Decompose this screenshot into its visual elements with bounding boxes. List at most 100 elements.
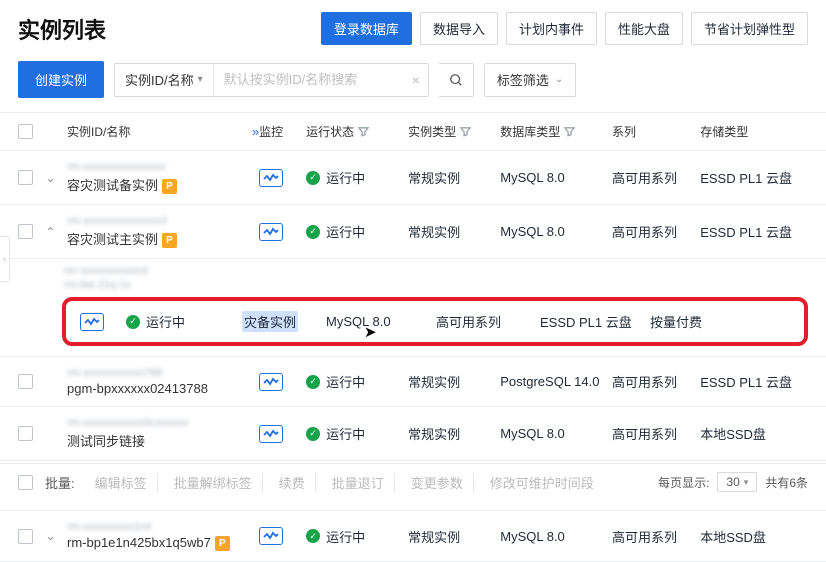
- savings-button[interactable]: 节省计划弹性型: [691, 12, 808, 45]
- type-cell: 常规实例: [408, 168, 500, 187]
- db-cell: MySQL 8.0: [500, 224, 612, 239]
- login-db-button[interactable]: 登录数据库: [321, 12, 412, 45]
- header-actions: 登录数据库 数据导入 计划内事件 性能大盘 节省计划弹性型: [321, 12, 808, 45]
- edge-collapse-tab[interactable]: ‹: [0, 236, 10, 282]
- monitor-icon[interactable]: [80, 313, 104, 331]
- batch-maint-window[interactable]: 修改可维护时间段: [480, 473, 604, 492]
- instance-name: rm-bp1e1n425bx1q5wb7P: [67, 535, 259, 551]
- series-cell: 高可用系列: [436, 312, 540, 331]
- db-cell: MySQL 8.0: [500, 170, 612, 185]
- col-type: 实例类型: [408, 123, 456, 140]
- name-cell[interactable]: rm-xxxxxxxxxxxxxxx 容灾测试备实例P: [67, 161, 259, 194]
- type-cell: 常规实例: [408, 527, 500, 546]
- col-series: 系列: [612, 125, 636, 139]
- instance-name: pgm-bpxxxxxx02413788: [67, 381, 259, 396]
- batch-unsubscribe[interactable]: 批量退订: [322, 473, 395, 492]
- status-ok-icon: ✓: [306, 529, 320, 543]
- search-icon[interactable]: [439, 63, 474, 97]
- filter-icon[interactable]: [460, 126, 471, 137]
- instance-id: rm-xxxxxxxxxxx9cxxxxxx: [67, 417, 259, 429]
- storage-cell: ESSD PL1 云盘: [540, 312, 650, 331]
- expand-caret[interactable]: ⌄: [45, 171, 67, 185]
- expand-caret[interactable]: ⌄: [45, 529, 67, 543]
- type-cell: 灾备实例: [242, 311, 326, 332]
- expand-caret[interactable]: ⌃: [45, 225, 67, 239]
- highlighted-subrow: ✓运行中灾备实例MySQL 8.0高可用系列ESSD PL1 云盘按量付费 ➤: [62, 297, 808, 346]
- status-cell: ✓运行中: [306, 372, 408, 391]
- monitor-icon[interactable]: [259, 527, 283, 545]
- row-checkbox[interactable]: [18, 426, 33, 441]
- batch-label: 批量:: [45, 473, 75, 492]
- status-cell: ✓运行中: [306, 527, 408, 546]
- table-header: 实例ID/名称» 监控 运行状态 实例类型 数据库类型 系列 存储类型: [0, 112, 826, 151]
- batch-edit-tags[interactable]: 编辑标签: [85, 473, 158, 492]
- series-cell: 高可用系列: [612, 372, 700, 391]
- name-cell[interactable]: rm-xxxxxxxxxxx9cxxxxxx 测试同步链接: [67, 417, 259, 450]
- cursor-icon: ➤: [364, 323, 377, 341]
- batch-renew[interactable]: 续费: [269, 473, 316, 492]
- page-size-select[interactable]: 30▾: [717, 472, 757, 492]
- storage-cell: ESSD PL1 云盘: [700, 372, 808, 391]
- page-size-label: 每页显示:: [658, 474, 709, 491]
- type-cell: 常规实例: [408, 222, 500, 241]
- monitor-icon[interactable]: [259, 169, 283, 187]
- instance-id: rm-xxxxxxxxxxxxxxx: [67, 161, 259, 173]
- tag-filter-select[interactable]: 标签筛选 ⌄: [484, 63, 576, 97]
- import-button[interactable]: 数据导入: [420, 12, 498, 45]
- filter-icon[interactable]: [564, 126, 575, 137]
- row-checkbox[interactable]: [18, 224, 33, 239]
- status-cell: ✓运行中: [306, 222, 408, 241]
- chevron-down-icon: ⌄: [555, 74, 563, 85]
- instance-name: 容灾测试备实例P: [67, 175, 259, 194]
- col-db: 数据库类型: [500, 123, 560, 140]
- row-checkbox[interactable]: [18, 529, 33, 544]
- instance-id: rm-xxxxxxxxxxx788: [67, 367, 259, 379]
- p-badge-icon: P: [162, 233, 177, 248]
- instance-name: 容灾测试主实例P: [67, 229, 259, 248]
- status-cell: ✓运行中: [126, 312, 242, 331]
- name-cell[interactable]: rm-xxxxxxxxxxxxxx3容灾测试主实例P: [67, 215, 259, 248]
- status-ok-icon: ✓: [126, 315, 140, 329]
- instance-name: 测试同步链接: [67, 431, 259, 450]
- perf-button[interactable]: 性能大盘: [605, 12, 683, 45]
- select-all-checkbox[interactable]: [18, 124, 33, 139]
- search-group: 实例ID/名称 ▾ ×: [114, 63, 429, 97]
- billing-cell: 按量付费: [650, 312, 702, 331]
- col-monitor: 监控: [259, 125, 283, 139]
- db-cell: PostgreSQL 14.0: [500, 374, 612, 389]
- row-checkbox[interactable]: [18, 374, 33, 389]
- status-ok-icon: ✓: [306, 375, 320, 389]
- total-count: 共有6条: [765, 474, 808, 491]
- search-mode-select[interactable]: 实例ID/名称 ▾: [115, 64, 214, 96]
- type-cell: 常规实例: [408, 424, 500, 443]
- batch-unbind-tags[interactable]: 批量解绑标签: [164, 473, 263, 492]
- batch-change-params[interactable]: 变更参数: [401, 473, 474, 492]
- batch-select-checkbox[interactable]: [18, 475, 33, 490]
- monitor-icon[interactable]: [259, 373, 283, 391]
- events-button[interactable]: 计划内事件: [506, 12, 597, 45]
- expand-columns-icon[interactable]: »: [252, 124, 259, 139]
- p-badge-icon: P: [215, 536, 230, 551]
- row-checkbox[interactable]: [18, 170, 33, 185]
- instance-id: rm-xxxxxxxxx1n4: [67, 521, 259, 533]
- series-cell: 高可用系列: [612, 527, 700, 546]
- name-cell[interactable]: rm-xxxxxxxxxxx788 pgm-bpxxxxxx02413788: [67, 367, 259, 396]
- tag-filter-label: 标签筛选: [497, 70, 549, 89]
- db-cell: MySQL 8.0: [500, 426, 612, 441]
- table-row: ⌄rm-xxxxxxxxxxxxxxx 容灾测试备实例P ✓运行中常规实例MySQL…: [0, 151, 826, 205]
- status-cell: ✓运行中: [306, 168, 408, 187]
- create-instance-button[interactable]: 创建实例: [18, 61, 104, 98]
- storage-cell: 本地SSD盘: [700, 424, 808, 443]
- monitor-icon[interactable]: [259, 223, 283, 241]
- clear-icon[interactable]: ×: [404, 72, 428, 88]
- name-cell[interactable]: rm-xxxxxxxxx1n4 rm-bp1e1n425bx1q5wb7P: [67, 521, 259, 551]
- p-badge-icon: P: [162, 179, 177, 194]
- db-cell: MySQL 8.0: [326, 314, 436, 329]
- filter-icon[interactable]: [358, 126, 369, 137]
- series-cell: 高可用系列: [612, 222, 700, 241]
- db-cell: MySQL 8.0: [500, 529, 612, 544]
- table-row: ⌃rm-xxxxxxxxxxxxxx3容灾测试主实例P ✓运行中常规实例MySQL…: [0, 205, 826, 259]
- search-input[interactable]: [214, 64, 404, 96]
- col-status: 运行状态: [306, 123, 354, 140]
- monitor-icon[interactable]: [259, 425, 283, 443]
